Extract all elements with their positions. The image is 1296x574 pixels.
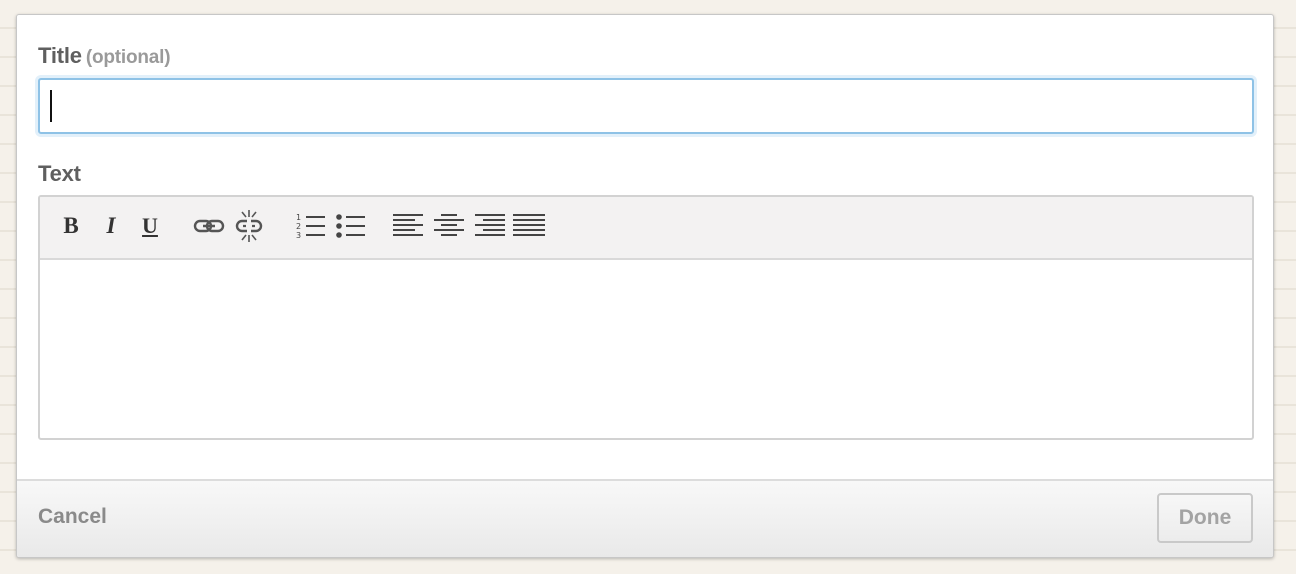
align-right-button[interactable]: [472, 209, 506, 243]
align-right-icon: [475, 214, 505, 236]
align-center-button[interactable]: [432, 209, 466, 243]
done-button[interactable]: Done: [1157, 493, 1253, 543]
text-cursor: [50, 90, 52, 122]
cancel-button[interactable]: Cancel: [38, 505, 107, 529]
link-icon: [193, 219, 225, 233]
align-left-button[interactable]: [392, 209, 426, 243]
ordered-list-button[interactable]: 1 2 3: [294, 209, 328, 243]
svg-text:3: 3: [296, 231, 301, 240]
edit-dialog: Title (optional) Text B I U 1 2 3 Cancel…: [16, 14, 1274, 558]
title-label: Title (optional): [38, 43, 171, 69]
title-label-text: Title: [38, 43, 82, 68]
editor-toolbar: B I U 1 2 3: [40, 197, 1252, 260]
remove-link-button[interactable]: [232, 209, 266, 243]
italic-icon: I: [106, 213, 116, 238]
italic-button[interactable]: I: [94, 209, 128, 243]
align-justify-button[interactable]: [512, 209, 546, 243]
align-left-icon: [393, 214, 423, 236]
title-input[interactable]: [38, 78, 1254, 134]
svg-text:1: 1: [296, 213, 301, 222]
underline-icon: U: [142, 213, 158, 238]
title-optional-hint: (optional): [85, 47, 171, 68]
ordered-list-icon: 1 2 3: [296, 213, 325, 240]
unlink-icon: [235, 210, 263, 242]
bold-icon: B: [63, 213, 79, 238]
text-label: Text: [38, 161, 81, 186]
svg-text:2: 2: [296, 222, 301, 231]
insert-link-button[interactable]: [192, 209, 226, 243]
align-justify-icon: [513, 214, 545, 236]
unordered-list-icon: [336, 214, 365, 238]
align-center-icon: [434, 214, 464, 236]
rich-text-editor: B I U 1 2 3: [38, 195, 1254, 440]
bold-button[interactable]: B: [54, 209, 88, 243]
dialog-footer: Cancel Done: [17, 479, 1273, 557]
text-editor-area[interactable]: [40, 260, 1252, 438]
underline-button[interactable]: U: [133, 209, 167, 243]
unordered-list-button[interactable]: [334, 209, 368, 243]
